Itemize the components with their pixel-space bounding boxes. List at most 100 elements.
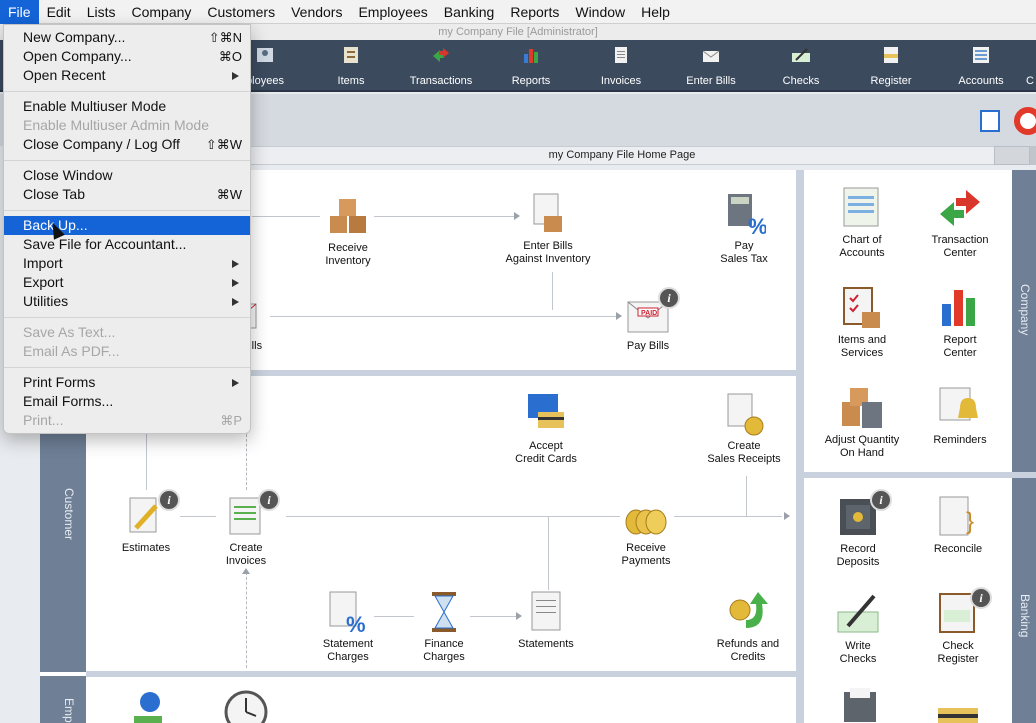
reconcile-button[interactable]: } Reconcile: [898, 495, 1018, 556]
menu-item-label: Utilities: [23, 293, 69, 309]
pay-bills-button[interactable]: PAID Pay Bills: [588, 292, 708, 353]
menu-item-back-up[interactable]: Back Up...: [4, 216, 250, 235]
menu-item-label: Print...: [23, 412, 64, 428]
menu-file[interactable]: File: [0, 0, 39, 24]
flow-arrow: [242, 568, 250, 574]
menu-bar: File Edit Lists Company Customers Vendor…: [0, 0, 1036, 24]
menu-separator: [4, 317, 250, 318]
employees-section-label: Emp: [62, 698, 76, 723]
receive-inventory-button[interactable]: Receive Inventory: [288, 194, 408, 268]
menu-lists[interactable]: Lists: [79, 0, 124, 24]
boxes-calculator-icon: [842, 388, 882, 428]
toolbar-more-button[interactable]: C: [1026, 40, 1036, 92]
flow-line: [552, 272, 553, 310]
toolbar-label: Checks: [782, 75, 820, 87]
menu-item-label: Close Tab: [23, 186, 86, 202]
bar-chart-icon: [942, 290, 975, 326]
menu-window[interactable]: Window: [567, 0, 633, 24]
menu-item-open-company[interactable]: Open Company... ⌘O: [4, 47, 250, 66]
menu-item-import[interactable]: Import: [4, 254, 250, 273]
hourglass-icon: [432, 592, 456, 632]
create-sales-receipts-button[interactable]: Create Sales Receipts: [684, 392, 804, 466]
title-bar-edge: [1030, 146, 1036, 165]
pay-sales-tax-button[interactable]: % Pay Sales Tax: [684, 192, 804, 266]
menu-item-label: Import: [23, 255, 63, 271]
check-register-button[interactable]: Check Register: [898, 592, 1018, 666]
menu-item-export[interactable]: Export: [4, 273, 250, 292]
menu-item-save-as-text: Save As Text...: [4, 323, 250, 342]
flow-line-dashed: [246, 572, 247, 668]
pay-bills-info-icon[interactable]: i: [658, 287, 680, 309]
credit-card-icon: [938, 708, 978, 723]
refunds-and-credits-button[interactable]: Refunds and Credits: [688, 590, 808, 664]
menu-vendors[interactable]: Vendors: [283, 0, 350, 24]
menu-employees[interactable]: Employees: [350, 0, 435, 24]
menu-item-close-window[interactable]: Close Window: [4, 166, 250, 185]
invoices-info-icon[interactable]: i: [258, 489, 280, 511]
menu-item-label: New Company...: [23, 29, 126, 45]
gold-coins-icon: [625, 509, 667, 535]
icon-label: Transaction Center: [931, 234, 989, 259]
checks-icon: [792, 48, 810, 62]
icon-label: Statements: [518, 638, 574, 650]
menu-item-open-recent[interactable]: Open Recent: [4, 66, 250, 85]
icon-label: Receive Inventory: [325, 242, 371, 267]
menu-item-save-for-accountant[interactable]: Save File for Accountant...: [4, 235, 250, 254]
customize-icon[interactable]: [980, 110, 1000, 132]
menu-item-print-forms[interactable]: Print Forms: [4, 373, 250, 392]
svg-text:%: %: [346, 612, 366, 634]
banking-section-label: Banking: [1018, 594, 1032, 638]
reminders-button[interactable]: Reminders: [900, 386, 1020, 447]
calculator-percent-icon: %: [728, 194, 766, 236]
menu-shortcut: ⌘P: [220, 413, 242, 428]
toolbar-items-button[interactable]: Items: [306, 40, 396, 92]
menu-item-enable-multiuser[interactable]: Enable Multiuser Mode: [4, 97, 250, 116]
items-icon: [344, 47, 358, 63]
toolbar-reports-button[interactable]: Reports: [486, 40, 576, 92]
title-bar-control[interactable]: [994, 146, 1030, 165]
icon-label: Create Sales Receipts: [707, 440, 781, 465]
transaction-center-button[interactable]: Transaction Center: [900, 186, 1020, 260]
menu-item-label: Enable Multiuser Admin Mode: [23, 117, 209, 133]
enter-credit-card-charges-button[interactable]: [898, 700, 1018, 723]
estimates-info-icon[interactable]: i: [158, 489, 180, 511]
toolbar-invoices-button[interactable]: Invoices: [576, 40, 666, 92]
toolbar-enter-bills-button[interactable]: Enter Bills: [666, 40, 756, 92]
deposits-info-icon[interactable]: i: [870, 489, 892, 511]
enter-bills-against-inventory-button[interactable]: Enter Bills Against Inventory: [488, 192, 608, 266]
menu-shortcut: ⇧⌘N: [208, 30, 242, 45]
toolbar-label: Register: [870, 75, 912, 87]
toolbar-accounts-button[interactable]: Accounts: [936, 40, 1026, 92]
statement-percent-icon: %: [329, 591, 366, 634]
menu-customers[interactable]: Customers: [199, 0, 283, 24]
statements-button[interactable]: Statements: [486, 590, 606, 651]
menu-item-email-forms[interactable]: Email Forms...: [4, 392, 250, 411]
help-lifebuoy-icon[interactable]: [1014, 107, 1036, 135]
menu-edit[interactable]: Edit: [39, 0, 79, 24]
time-tracking-button[interactable]: [186, 690, 306, 723]
menu-item-close-company[interactable]: Close Company / Log Off ⇧⌘W: [4, 135, 250, 154]
menu-item-utilities[interactable]: Utilities: [4, 292, 250, 311]
printer-icon: [844, 688, 876, 722]
toolbar-register-button[interactable]: Register: [846, 40, 936, 92]
menu-company[interactable]: Company: [123, 0, 199, 24]
report-center-button[interactable]: Report Center: [900, 286, 1020, 360]
flow-line-dashed: [246, 434, 247, 490]
menu-banking[interactable]: Banking: [436, 0, 503, 24]
menu-item-new-company[interactable]: New Company... ⇧⌘N: [4, 28, 250, 47]
icon-label: Create Invoices: [225, 542, 267, 567]
receive-payments-button[interactable]: Receive Payments: [586, 494, 706, 568]
create-invoices-button[interactable]: Create Invoices: [186, 494, 306, 568]
submenu-arrow-icon: [232, 72, 239, 80]
toolbar-checks-button[interactable]: Checks: [756, 40, 846, 92]
accept-credit-cards-button[interactable]: Accept Credit Cards: [486, 392, 606, 466]
menu-item-label: Export: [23, 274, 64, 290]
menu-reports[interactable]: Reports: [502, 0, 567, 24]
toolbar-transactions-button[interactable]: Transactions: [396, 40, 486, 92]
icon-label: Report Center: [943, 334, 977, 359]
check-register-info-icon[interactable]: i: [970, 587, 992, 609]
menu-help[interactable]: Help: [633, 0, 678, 24]
menu-item-close-tab[interactable]: Close Tab ⌘W: [4, 185, 250, 204]
icon-label: Refunds and Credits: [716, 638, 780, 663]
menu-item-email-as-pdf: Email As PDF...: [4, 342, 250, 361]
